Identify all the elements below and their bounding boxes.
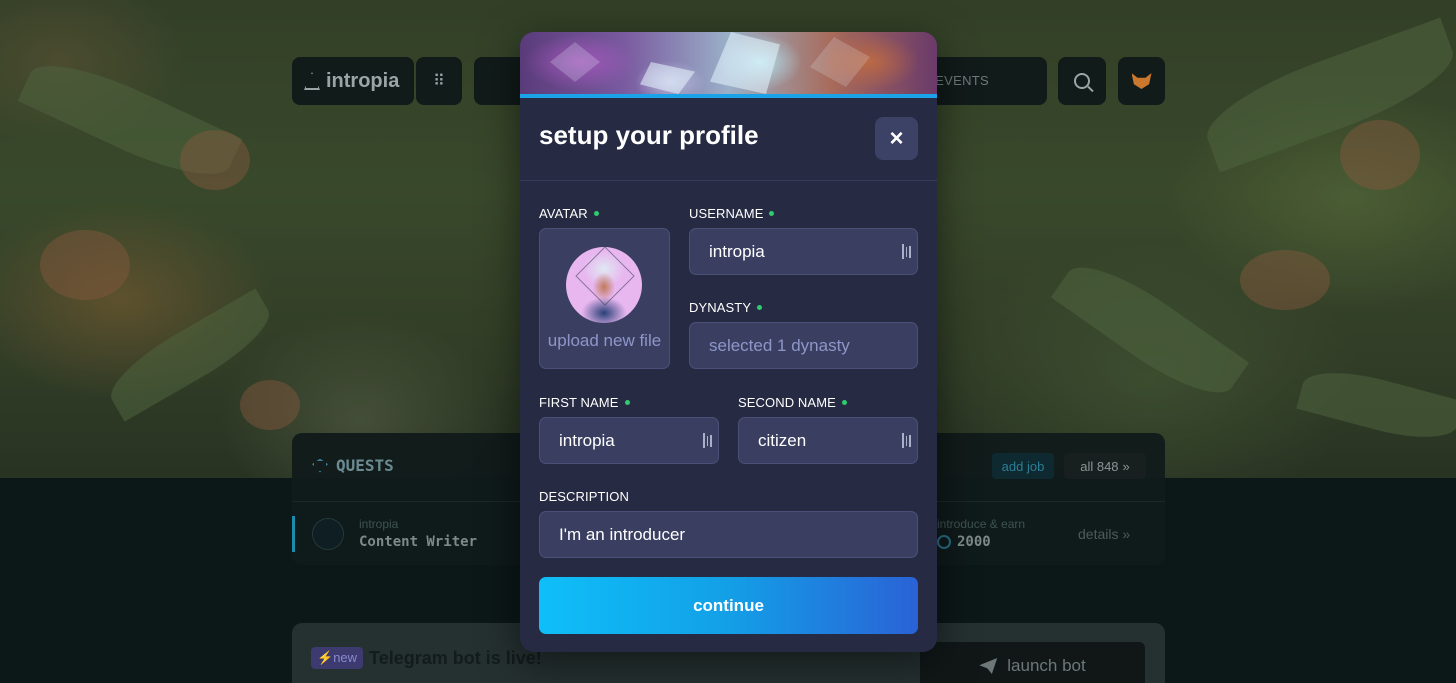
wallet-button[interactable] xyxy=(1118,57,1165,105)
modal-banner-image xyxy=(520,32,937,94)
quest-details-link[interactable]: details » xyxy=(1078,526,1130,542)
launch-bot-button[interactable]: launch bot xyxy=(920,642,1145,683)
avatar-label-text: AVATAR xyxy=(539,206,588,221)
required-dot xyxy=(841,400,847,405)
quest-row-accent xyxy=(292,516,295,552)
quest-reward-label: introduce & earn xyxy=(937,517,1026,531)
grid-icon: ⠿ xyxy=(433,73,445,90)
search-icon xyxy=(1074,73,1090,89)
description-value: I'm an introducer xyxy=(559,524,686,544)
quests-title: QUESTS xyxy=(336,456,394,475)
modal-accent-line xyxy=(520,94,937,98)
username-value: intropia xyxy=(709,241,765,261)
nav-item-events[interactable]: EVENTS xyxy=(935,73,989,88)
first-name-label: FIRST NAME xyxy=(539,395,630,410)
close-button[interactable]: × xyxy=(875,117,918,160)
modal-divider xyxy=(520,180,937,181)
password-manager-icon[interactable] xyxy=(902,244,912,259)
chevrons-right-icon: » xyxy=(1122,458,1130,474)
lightning-icon: ⚡ xyxy=(317,650,334,665)
username-input[interactable]: intropia xyxy=(689,228,918,275)
new-badge: ⚡new xyxy=(311,647,364,669)
second-name-label-text: SECOND NAME xyxy=(738,395,836,410)
all-quests-button[interactable]: all 848 » xyxy=(1064,453,1146,479)
quest-org-avatar xyxy=(312,518,344,550)
description-label: DESCRIPTION xyxy=(539,489,629,504)
required-dot xyxy=(624,400,630,405)
launch-bot-label: launch bot xyxy=(1007,656,1086,675)
username-label: USERNAME xyxy=(689,206,775,221)
brand-name: intropia xyxy=(326,69,400,92)
avatar-label: AVATAR xyxy=(539,206,599,221)
upload-new-file-link[interactable]: upload new file xyxy=(540,331,669,351)
required-dot xyxy=(757,305,763,310)
second-name-input[interactable]: citizen xyxy=(738,417,918,464)
quest-details-label: details xyxy=(1078,526,1119,542)
telegram-title: Telegram bot is live! xyxy=(369,647,542,668)
description-input[interactable]: I'm an introducer xyxy=(539,511,918,558)
username-label-text: USERNAME xyxy=(689,206,764,221)
brand-logo-link[interactable]: intropia xyxy=(292,57,414,105)
first-name-input[interactable]: intropia xyxy=(539,417,719,464)
setup-profile-modal: setup your profile × AVATAR upload new f… xyxy=(520,32,937,652)
dynasty-label-text: DYNASTY xyxy=(689,300,752,315)
first-name-value: intropia xyxy=(559,430,615,450)
intropia-logo-icon xyxy=(304,72,320,90)
password-manager-icon[interactable] xyxy=(902,433,912,448)
new-badge-label: new xyxy=(333,650,358,665)
telegram-banner-content: ⚡new Telegram bot is live! xyxy=(311,647,542,669)
dynasty-label: DYNASTY xyxy=(689,300,763,315)
quest-org: intropia xyxy=(359,517,399,531)
avatar-upload[interactable]: upload new file xyxy=(539,228,670,369)
second-name-value: citizen xyxy=(758,430,807,450)
dynasty-placeholder: selected 1 dynasty xyxy=(709,335,850,355)
continue-button[interactable]: continue xyxy=(539,577,918,634)
apps-menu-button[interactable]: ⠿ xyxy=(416,57,462,105)
quest-reward-value: 2000 xyxy=(957,534,991,550)
required-dot xyxy=(593,211,599,216)
password-manager-icon[interactable] xyxy=(703,433,713,448)
dynasty-select[interactable]: selected 1 dynasty xyxy=(689,322,918,369)
quests-icon xyxy=(312,458,328,473)
chevrons-right-icon: » xyxy=(1122,526,1131,542)
second-name-label: SECOND NAME xyxy=(738,395,847,410)
required-dot xyxy=(769,211,775,216)
add-job-button[interactable]: add job xyxy=(992,453,1054,479)
modal-title: setup your profile xyxy=(539,120,759,150)
all-quests-label: all 848 xyxy=(1080,458,1119,474)
quest-reward: 2000 xyxy=(937,534,991,550)
search-button[interactable] xyxy=(1058,57,1106,105)
metamask-fox-icon xyxy=(1131,73,1152,89)
description-label-text: DESCRIPTION xyxy=(539,489,629,504)
first-name-label-text: FIRST NAME xyxy=(539,395,619,410)
quests-header: QUESTS xyxy=(312,456,394,475)
coin-icon xyxy=(937,535,951,549)
quest-job-title: Content Writer xyxy=(359,534,478,550)
telegram-icon xyxy=(979,658,998,674)
avatar-image xyxy=(566,247,642,323)
close-icon: × xyxy=(889,124,904,152)
